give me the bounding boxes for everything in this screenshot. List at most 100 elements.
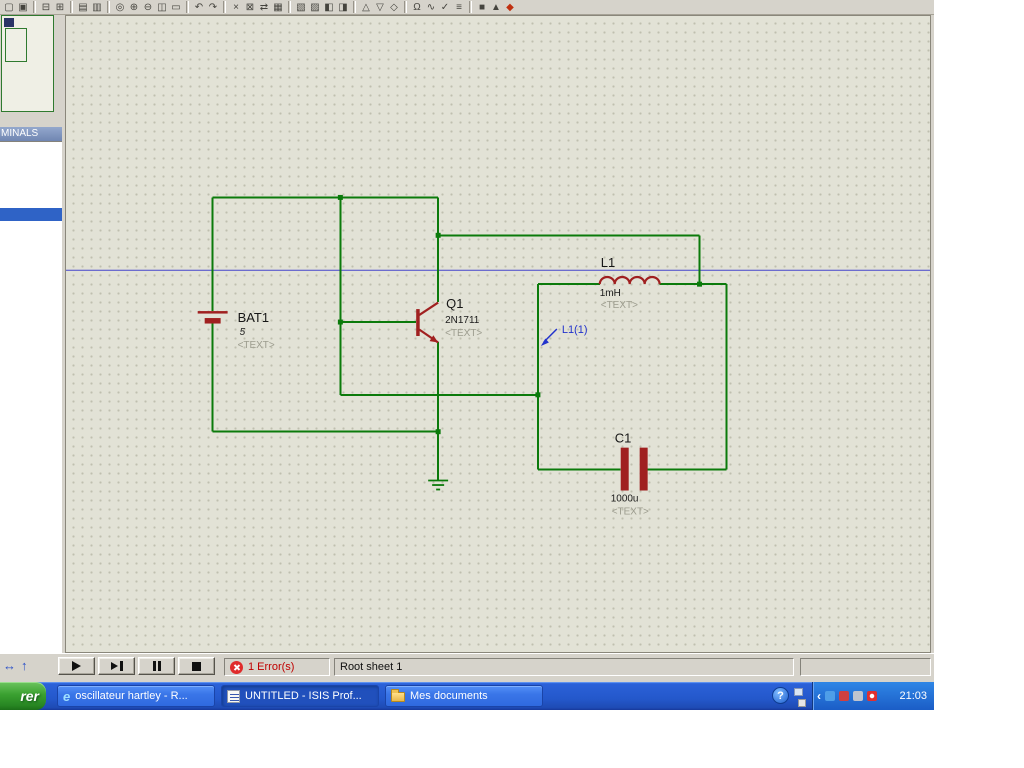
taskbar-task-documents[interactable]: Mes documents: [385, 685, 543, 707]
pan-icon[interactable]: ◎: [113, 0, 127, 14]
overview-sheet-mark: [4, 18, 14, 27]
pick-device-icon[interactable]: ◨: [336, 0, 350, 14]
circuit-svg[interactable]: BAT1 5 <TEXT> Q1 2N1711 <TEXT> L1 1mH <T…: [66, 16, 930, 652]
search-tag-icon[interactable]: ∿: [424, 0, 438, 14]
object-selector-list[interactable]: [0, 141, 62, 655]
pause-button[interactable]: [138, 657, 175, 675]
object-selector-header[interactable]: MINALS: [0, 127, 62, 141]
error-icon: [230, 660, 243, 674]
block-delete-icon[interactable]: ◧: [322, 0, 336, 14]
zoom-area-icon[interactable]: ▭: [169, 0, 183, 14]
stop-button[interactable]: [178, 657, 215, 675]
orientation-controls: ↔ ↑: [3, 658, 28, 674]
block-move-icon[interactable]: ▧: [294, 0, 308, 14]
toolbar-separator: [70, 1, 73, 13]
ground-symbol[interactable]: [428, 479, 449, 491]
design-explorer-icon[interactable]: ≡: [452, 0, 466, 14]
zoom-out-icon[interactable]: ⊖: [141, 0, 155, 14]
play-icon: [72, 661, 81, 671]
zoom-in-icon[interactable]: ⊕: [127, 0, 141, 14]
zoom-all-icon[interactable]: ◫: [155, 0, 169, 14]
screen: ▢ ▣ ⊟ ⊞ ▤ ▥ ◎ ⊕ ⊖ ◫ ▭ ↶ ↷ × ⊠ ⇄ ▦ ▧ ▨ ◧: [0, 0, 1024, 768]
transistor-ref-label[interactable]: Q1: [446, 296, 463, 311]
electrical-check-icon[interactable]: ◆: [503, 0, 517, 14]
decompose-icon[interactable]: ◇: [387, 0, 401, 14]
tray-icon-2[interactable]: [839, 691, 849, 701]
isis-window: ▢ ▣ ⊟ ⊞ ▤ ▥ ◎ ⊕ ⊖ ◫ ▭ ↶ ↷ × ⊠ ⇄ ▦ ▧ ▨ ◧: [0, 0, 934, 710]
step-button[interactable]: [98, 657, 135, 675]
battery-value-label[interactable]: 5: [240, 327, 246, 338]
toolbar-separator: [288, 1, 291, 13]
tray-icon-1[interactable]: [825, 691, 835, 701]
overview-window[interactable]: [1, 15, 54, 112]
probe-label[interactable]: L1(1): [562, 324, 588, 336]
inductor-value-label[interactable]: 1mH: [600, 288, 621, 299]
mirror-icon[interactable]: ↔: [3, 658, 16, 674]
step-bar-icon: [119, 661, 123, 671]
transistor-value-label[interactable]: 2N1711: [445, 315, 480, 326]
junction-dots: [337, 194, 703, 435]
task-label: Mes documents: [410, 690, 488, 702]
tray-icon-alert[interactable]: [867, 691, 877, 701]
transistor-symbol[interactable]: [416, 301, 439, 344]
system-tray: ‹ 21:03: [812, 682, 934, 710]
autorouter-icon[interactable]: Ω: [410, 0, 424, 14]
tray-chevron-icon[interactable]: ‹: [817, 689, 821, 703]
inductor-ref-label[interactable]: L1: [601, 255, 615, 270]
pause-icon: [152, 661, 161, 671]
new-design-icon[interactable]: ▢: [2, 0, 16, 14]
schematic-canvas[interactable]: BAT1 5 <TEXT> Q1 2N1711 <TEXT> L1 1mH <T…: [65, 15, 931, 653]
capacitor-text-placeholder: <TEXT>: [612, 506, 649, 517]
battery-symbol[interactable]: [197, 311, 228, 324]
bottom-bar: ↔ ↑ 1 Error(s) Root sheet 1: [0, 653, 934, 679]
property-assign-icon[interactable]: ✓: [438, 0, 452, 14]
folder-icon: [391, 689, 405, 702]
voltage-probe[interactable]: [540, 328, 558, 346]
task-label: UNTITLED - ISIS Prof...: [245, 690, 362, 702]
toolbar-separator: [107, 1, 110, 13]
error-panel[interactable]: 1 Error(s): [224, 658, 330, 676]
simulation-controls: [58, 657, 218, 675]
sheet-status: Root sheet 1: [340, 661, 403, 673]
remove-sheet-icon[interactable]: ▲: [489, 0, 503, 14]
import-icon[interactable]: ⊞: [53, 0, 67, 14]
start-button[interactable]: rer: [0, 682, 46, 710]
battery-ref-label[interactable]: BAT1: [238, 310, 269, 325]
selected-terminal-row[interactable]: [0, 208, 62, 221]
error-count: 1 Error(s): [248, 661, 295, 673]
inductor-symbol[interactable]: [598, 275, 661, 285]
block-rotate-icon[interactable]: ▨: [308, 0, 322, 14]
toolbar-separator: [186, 1, 189, 13]
tray-icon-volume[interactable]: [853, 691, 863, 701]
overview-viewport: [5, 28, 27, 62]
taskbar: rer e oscillateur hartley - R... UNTITLE…: [0, 682, 934, 710]
stop-icon: [192, 661, 201, 671]
new-sheet-icon[interactable]: ■: [475, 0, 489, 14]
undo-icon[interactable]: ↶: [192, 0, 206, 14]
capacitor-ref-label[interactable]: C1: [615, 431, 632, 446]
language-bar-icon[interactable]: [794, 688, 803, 696]
rotate-icon[interactable]: ↑: [21, 658, 28, 674]
capacitor-symbol[interactable]: [620, 447, 648, 491]
toolbar-separator: [33, 1, 36, 13]
packaging-icon[interactable]: ▽: [373, 0, 387, 14]
capacitor-value-label[interactable]: 1000u: [611, 493, 639, 504]
block-copy-icon[interactable]: ▦: [271, 0, 285, 14]
save-design-icon[interactable]: ⊟: [39, 0, 53, 14]
transistor-text-placeholder: <TEXT>: [445, 328, 482, 339]
load-design-icon[interactable]: ▣: [16, 0, 30, 14]
notification-mini-icon[interactable]: [798, 699, 806, 707]
export-icon[interactable]: ▤: [76, 0, 90, 14]
paste-icon[interactable]: ⇄: [257, 0, 271, 14]
play-button[interactable]: [58, 657, 95, 675]
taskbar-clock[interactable]: 21:03: [899, 690, 927, 702]
redo-icon[interactable]: ↷: [206, 0, 220, 14]
taskbar-task-browser[interactable]: e oscillateur hartley - R...: [57, 685, 215, 707]
help-icon[interactable]: ?: [772, 687, 789, 704]
cut-icon[interactable]: ×: [229, 0, 243, 14]
print-icon[interactable]: ▥: [90, 0, 104, 14]
taskbar-task-isis[interactable]: UNTITLED - ISIS Prof...: [221, 685, 379, 707]
copy-icon[interactable]: ⊠: [243, 0, 257, 14]
ie-icon: e: [63, 688, 71, 704]
make-device-icon[interactable]: △: [359, 0, 373, 14]
